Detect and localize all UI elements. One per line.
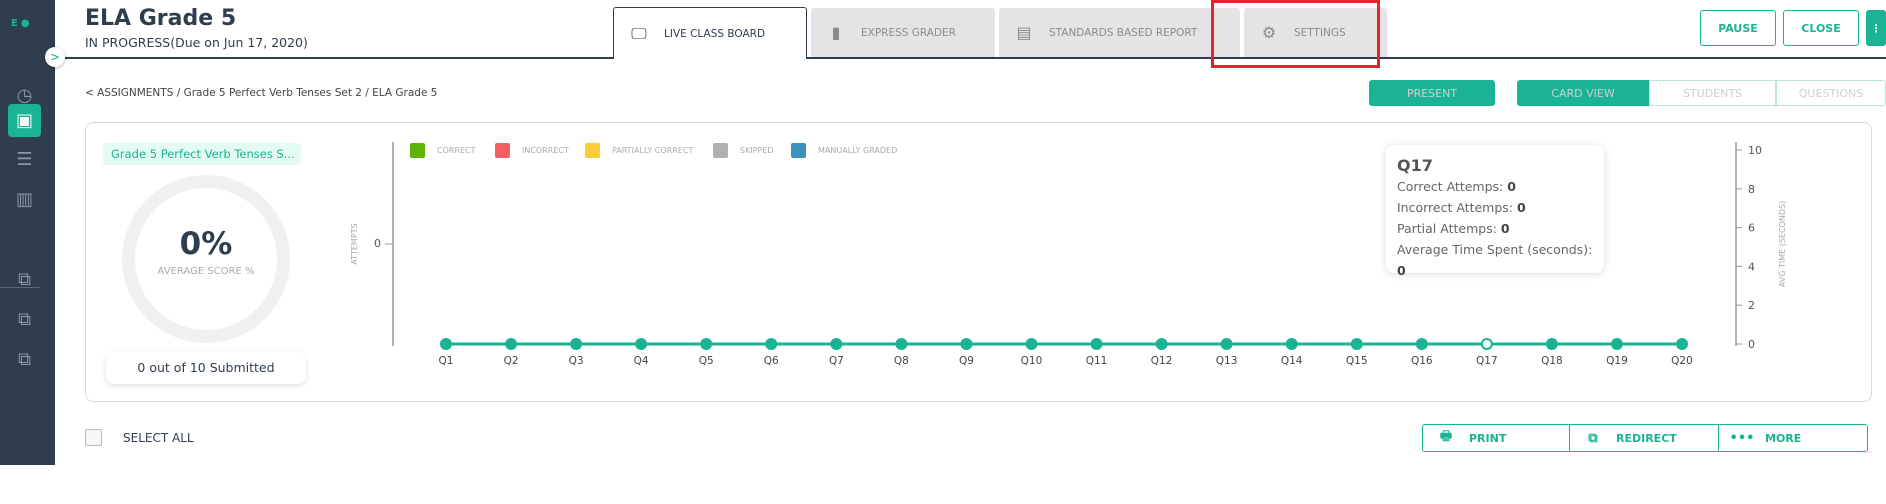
x-tick-label: Q3 <box>569 355 584 367</box>
x-tick-label: Q18 <box>1541 355 1563 367</box>
data-point <box>440 338 452 350</box>
right-tick-label: 2 <box>1748 299 1755 312</box>
x-tick-label: Q14 <box>1281 355 1303 367</box>
tooltip-row: Partial Attemps: 0 <box>1397 221 1510 236</box>
external-link-icon: ⧉ <box>1588 430 1598 446</box>
data-point <box>1220 338 1233 350</box>
x-tick-label: Q2 <box>504 355 519 367</box>
tooltip-title: Q17 <box>1397 156 1433 175</box>
x-tick-label: Q12 <box>1151 355 1173 367</box>
data-point <box>635 338 648 350</box>
left-axis-label: ATTEMPTS <box>350 223 359 264</box>
question-tooltip: Q17 Correct Attemps: 0 Incorrect Attemps… <box>1386 145 1604 278</box>
select-all-checkbox[interactable] <box>85 429 102 446</box>
sidebar-expand-button[interactable]: > <box>45 47 65 67</box>
x-tick-label: Q19 <box>1606 355 1628 367</box>
more-button[interactable]: ••• MORE <box>1718 424 1868 452</box>
tooltip-row: Average Time Spent (seconds): 0 <box>1397 242 1593 278</box>
print-button[interactable]: 🖶 PRINT <box>1422 424 1570 452</box>
data-point <box>1285 338 1298 350</box>
right-axis-label: AVG TIME (SECONDS) <box>1778 201 1787 287</box>
right-tick-label: 10 <box>1748 144 1762 157</box>
tooltip-row: Correct Attemps: 0 <box>1397 179 1516 194</box>
x-tick-label: Q7 <box>829 355 844 367</box>
right-tick-label: 4 <box>1748 260 1755 273</box>
printer-icon: 🖶 <box>1439 429 1453 444</box>
monitor-icon: 🖵 <box>631 23 647 43</box>
x-tick-label: Q10 <box>1021 355 1043 367</box>
x-tick-label: Q15 <box>1346 355 1368 367</box>
x-tick-label: Q9 <box>959 355 974 367</box>
x-tick-label: Q4 <box>634 355 649 367</box>
data-point <box>1610 338 1623 350</box>
right-tick-label: 6 <box>1748 222 1755 235</box>
data-point <box>1350 338 1363 350</box>
x-tick-label: Q13 <box>1216 355 1238 367</box>
x-tick-label: Q6 <box>764 355 779 367</box>
data-point <box>570 338 583 350</box>
x-tick-label: Q8 <box>894 355 909 367</box>
data-point <box>1480 338 1493 350</box>
select-all-label: SELECT ALL <box>123 431 194 445</box>
data-point <box>765 338 778 350</box>
left-tick-label: 0 <box>374 237 381 250</box>
redirect-button[interactable]: ⧉ REDIRECT <box>1569 424 1719 452</box>
data-point <box>1155 338 1168 350</box>
data-point <box>1025 338 1038 350</box>
x-tick-label: Q16 <box>1411 355 1433 367</box>
data-point <box>1090 338 1103 350</box>
data-point <box>700 338 713 350</box>
data-point <box>895 338 908 350</box>
tooltip-row: Incorrect Attemps: 0 <box>1397 200 1526 215</box>
data-point <box>505 338 518 350</box>
right-tick-label: 8 <box>1748 183 1755 196</box>
x-tick-label: Q20 <box>1671 355 1693 367</box>
right-tick-label: 0 <box>1748 338 1755 351</box>
x-tick-label: Q1 <box>439 355 454 367</box>
ellipsis-icon: ••• <box>1729 430 1755 446</box>
data-point <box>960 338 973 350</box>
data-point <box>1676 338 1688 350</box>
data-point <box>830 338 843 350</box>
x-tick-label: Q17 <box>1476 355 1498 367</box>
data-point <box>1545 338 1558 350</box>
x-tick-label: Q5 <box>699 355 714 367</box>
tab-live-class-board[interactable]: 🖵 LIVE CLASS BOARD <box>613 7 807 59</box>
data-point <box>1415 338 1428 350</box>
x-tick-label: Q11 <box>1086 355 1108 367</box>
